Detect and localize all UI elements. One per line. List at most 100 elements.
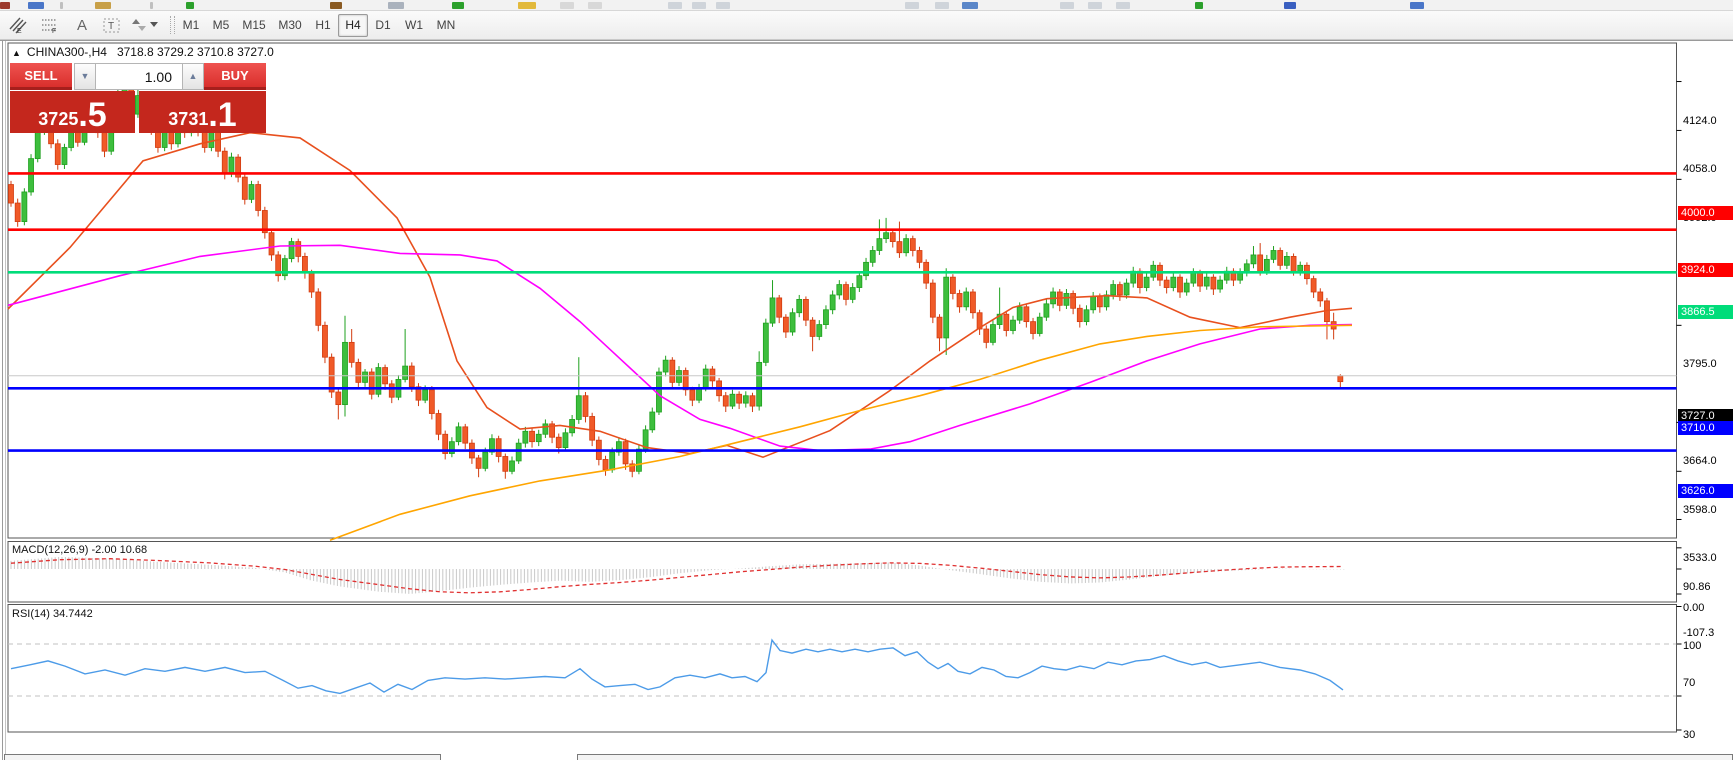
sell-button[interactable]: SELL bbox=[10, 63, 72, 90]
candle-body bbox=[523, 431, 528, 443]
candle-body bbox=[9, 185, 14, 204]
candle-body bbox=[703, 369, 708, 388]
timeframe-button-w1[interactable]: W1 bbox=[398, 14, 430, 37]
candle-body bbox=[296, 242, 301, 257]
candle-body bbox=[710, 369, 715, 381]
partial-toolbar-icon bbox=[716, 2, 730, 9]
ohlc-values-label: 3718.8 3729.2 3710.8 3727.0 bbox=[117, 45, 274, 59]
timeframe-button-mn[interactable]: MN bbox=[430, 14, 462, 37]
timeframe-button-h1[interactable]: H1 bbox=[308, 14, 338, 37]
candle-body bbox=[850, 288, 855, 300]
timeframe-button-m5[interactable]: M5 bbox=[206, 14, 236, 37]
volume-increase-button[interactable]: ▲ bbox=[182, 63, 204, 90]
text-box-icon[interactable]: T bbox=[100, 13, 124, 37]
partial-toolbar-icon bbox=[905, 2, 919, 9]
partial-toolbar-icon bbox=[1284, 2, 1296, 9]
axis-tick-label: 100 bbox=[1683, 640, 1701, 652]
candle-body bbox=[1291, 256, 1296, 271]
buy-price-fraction: .1 bbox=[208, 100, 236, 130]
candle-body bbox=[536, 434, 541, 441]
candle-body bbox=[910, 239, 915, 251]
toolbar-grip[interactable] bbox=[170, 16, 175, 34]
volume-input[interactable] bbox=[96, 63, 182, 90]
partial-toolbar-icon bbox=[1116, 2, 1130, 9]
axis-tick-label: 4124.0 bbox=[1683, 115, 1717, 127]
candle-body bbox=[590, 416, 595, 440]
candle-body bbox=[670, 360, 675, 382]
candle-body bbox=[229, 157, 234, 173]
candle-body bbox=[22, 192, 27, 222]
macd-values: -2.00 10.68 bbox=[91, 544, 147, 556]
sell-price-display[interactable]: 3725.5 bbox=[10, 91, 135, 133]
candle-body bbox=[343, 342, 348, 404]
axis-tick-label: 3598.0 bbox=[1683, 504, 1717, 516]
axis-tick-label: 3795.0 bbox=[1683, 358, 1717, 370]
partial-toolbar-icon bbox=[1195, 2, 1203, 9]
toolbar-row-partial bbox=[0, 0, 1733, 11]
candle-body bbox=[1198, 273, 1203, 286]
axis-tick-label: 30 bbox=[1683, 729, 1695, 741]
candle-body bbox=[1318, 292, 1323, 301]
candle-body bbox=[844, 285, 849, 300]
one-click-collapse-icon[interactable]: ▲ bbox=[12, 48, 21, 58]
candle-body bbox=[1064, 293, 1069, 305]
candle-body bbox=[1084, 310, 1089, 322]
candle-body bbox=[650, 412, 655, 430]
timeframe-button-h4[interactable]: H4 bbox=[338, 14, 368, 37]
chart-window: ▲CHINA300-,H43718.8 3729.2 3710.8 3727.0… bbox=[0, 40, 1733, 760]
timeframe-button-d1[interactable]: D1 bbox=[368, 14, 398, 37]
partial-toolbar-icon bbox=[452, 2, 464, 9]
candle-body bbox=[723, 396, 728, 406]
text-label-icon[interactable]: A bbox=[70, 13, 94, 37]
candle-body bbox=[1044, 304, 1049, 317]
candle-body bbox=[823, 310, 828, 325]
candle-body bbox=[1204, 277, 1209, 286]
axis-tick-label: 0.00 bbox=[1683, 602, 1704, 614]
candle-body bbox=[964, 292, 969, 307]
candle-body bbox=[957, 293, 962, 306]
candle-body bbox=[1091, 296, 1096, 309]
timeframe-button-m30[interactable]: M30 bbox=[272, 14, 308, 37]
candle-body bbox=[1184, 283, 1189, 292]
mt4-application: E F A T M1M5M15M30H1H4D1W1MN ▲CHINA300-,… bbox=[0, 0, 1733, 760]
candle-body bbox=[543, 424, 548, 434]
candle-body bbox=[403, 366, 408, 379]
candle-body bbox=[984, 329, 989, 342]
arrows-dropdown-caret-icon[interactable] bbox=[148, 13, 160, 37]
candle-body bbox=[316, 292, 321, 325]
rsi-value: 34.7442 bbox=[53, 608, 93, 620]
timeframe-button-m15[interactable]: M15 bbox=[236, 14, 272, 37]
timeframe-button-m1[interactable]: M1 bbox=[176, 14, 206, 37]
candle-body bbox=[329, 357, 334, 392]
price-level-label: 3626.0 bbox=[1678, 484, 1733, 498]
buy-button[interactable]: BUY bbox=[204, 63, 266, 90]
buy-price-display[interactable]: 3731.1 bbox=[139, 91, 266, 133]
candle-body bbox=[690, 390, 695, 400]
candle-body bbox=[349, 342, 354, 362]
fibonacci-grid-icon[interactable]: F bbox=[38, 13, 62, 37]
elliott-waves-icon[interactable]: E bbox=[6, 13, 30, 37]
candle-body bbox=[389, 384, 394, 397]
candle-body bbox=[269, 233, 274, 255]
candle-body bbox=[1171, 277, 1176, 287]
partial-toolbar-icon bbox=[330, 2, 342, 9]
svg-text:T: T bbox=[108, 21, 114, 32]
partial-toolbar-icon bbox=[560, 2, 574, 9]
partial-toolbar-icon bbox=[935, 2, 949, 9]
candle-body bbox=[857, 276, 862, 288]
partial-toolbar-icon bbox=[668, 2, 682, 9]
axis-tick-label: -107.3 bbox=[1683, 627, 1714, 639]
candle-body bbox=[1178, 277, 1183, 292]
candle-body bbox=[770, 298, 775, 323]
partial-toolbar-icon bbox=[1088, 2, 1102, 9]
candle-body bbox=[990, 325, 995, 343]
partial-toolbar-icon bbox=[28, 2, 44, 9]
volume-decrease-button[interactable]: ▼ bbox=[74, 63, 96, 90]
rsi-pane-border bbox=[8, 605, 1677, 733]
candle-body bbox=[456, 427, 461, 442]
candle-body bbox=[35, 129, 40, 159]
candle-body bbox=[1024, 307, 1029, 322]
candle-body bbox=[897, 242, 902, 253]
chart-canvas[interactable] bbox=[0, 41, 1733, 760]
candle-body bbox=[1144, 277, 1149, 287]
